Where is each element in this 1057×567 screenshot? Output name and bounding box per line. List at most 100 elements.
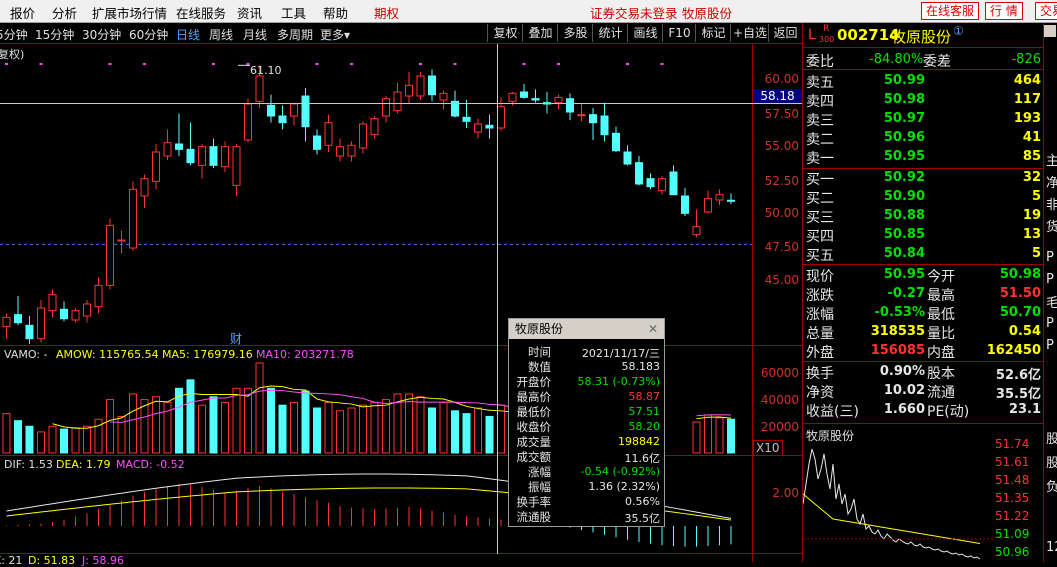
ask-volume: 117: [1013, 92, 1041, 107]
order-divider: [803, 69, 1043, 70]
menu-news[interactable]: 资讯: [237, 3, 262, 22]
period-weekly[interactable]: 周线: [209, 26, 233, 43]
bid-price: 50.90: [883, 189, 925, 204]
mark-button[interactable]: 标记: [695, 24, 731, 42]
bid-volume: 19: [1022, 208, 1041, 223]
book-divider: [803, 168, 1043, 169]
volume-bar: [267, 387, 275, 454]
period-more[interactable]: 更多▾: [320, 26, 350, 43]
mini-price-tick: 50.96: [995, 545, 1030, 559]
mini-price-tick: 51.35: [995, 491, 1030, 505]
volume-bar: [382, 399, 390, 454]
candle-body: [589, 114, 597, 124]
candle-body: [658, 178, 666, 192]
bar-info-popup[interactable]: 牧原股份 ✕ 时间 2021/11/17/三 数值 58.183 开盘价 58.31 (-…: [508, 318, 665, 527]
menu-analysis[interactable]: 分析: [52, 3, 77, 22]
menu-tools[interactable]: 工具: [281, 3, 306, 22]
edge-label: 货: [1046, 220, 1057, 235]
volume-tick: 60000: [760, 366, 799, 380]
quote-fund-value2: 23.1: [1008, 402, 1041, 417]
candle-body: [25, 324, 34, 340]
candle-body: [198, 146, 206, 166]
period-monthly[interactable]: 月线: [243, 26, 267, 43]
candle-body: [267, 104, 275, 117]
period-30min[interactable]: 30分钟: [82, 26, 121, 43]
ask-price: 50.98: [883, 92, 925, 107]
online-service-button[interactable]: 在线客服: [921, 2, 980, 20]
popup-row-value: 58.20: [628, 420, 661, 433]
candle-body: [681, 195, 689, 214]
side-panel-button[interactable]: [1044, 25, 1056, 37]
candle-body: [669, 171, 678, 196]
menu-online-service[interactable]: 在线服务: [176, 3, 226, 22]
popup-row-value: 198842: [618, 435, 660, 448]
volume-bar: [439, 401, 448, 454]
volume-bar: [221, 401, 229, 454]
crosshair-horizontal: [0, 103, 802, 104]
multi-stock-button[interactable]: 多股: [557, 24, 593, 42]
candle-body: [278, 115, 287, 124]
edge-label: 负: [1046, 480, 1057, 495]
trade-button[interactable]: 交易: [1035, 2, 1057, 20]
volume-bar: [244, 387, 252, 454]
event-marker[interactable]: 财: [230, 330, 242, 347]
weidiff-label: 委差: [923, 54, 951, 70]
period-15min[interactable]: 15分钟: [35, 26, 74, 43]
volume-bar: [359, 404, 367, 454]
candlestick-chart[interactable]: [0, 44, 752, 345]
high-price-label: 61.10: [250, 64, 282, 77]
volume-bar: [48, 425, 57, 454]
quote-stat-label: 现价: [806, 269, 834, 285]
popup-header[interactable]: 牧原股份 ✕: [509, 319, 664, 339]
weibi-value: -84.80%: [869, 52, 924, 67]
popup-title: 牧原股份: [515, 322, 564, 336]
price-axis-line: [752, 44, 753, 562]
period-daily[interactable]: 日线: [176, 26, 200, 43]
menu-help[interactable]: 帮助: [323, 3, 348, 22]
edge-label: P: [1046, 316, 1054, 331]
volume-bar: [692, 421, 701, 454]
bid-volume: 5: [1031, 189, 1041, 204]
candle-body: [129, 188, 137, 249]
back-button[interactable]: 返回: [768, 24, 802, 42]
candle-body: [497, 106, 505, 129]
fuquan-button[interactable]: 复权: [487, 24, 523, 42]
candle-body: [71, 310, 80, 321]
bid-label: 买三: [806, 210, 834, 226]
bid-label: 买五: [806, 248, 834, 264]
candle-body: [175, 143, 183, 150]
popup-row-value: -0.54 (-0.92%): [580, 465, 660, 478]
intraday-mini-chart[interactable]: [803, 444, 993, 562]
candle-body: [508, 92, 517, 102]
menu-quote[interactable]: 报价: [10, 3, 35, 22]
price-tick: 52.50: [764, 174, 799, 188]
ma10-label: MA10: 203271.78: [256, 348, 354, 361]
candle-body: [554, 96, 563, 104]
volume-bar: [324, 401, 333, 454]
period-5min[interactable]: 5分钟: [0, 26, 28, 43]
menu-options[interactable]: 期权: [374, 3, 399, 22]
close-icon[interactable]: ✕: [646, 319, 660, 339]
popup-row-label: 开盘价: [516, 375, 552, 389]
info-icon[interactable]: ①: [953, 24, 964, 38]
candle-body: [60, 308, 68, 320]
quote-button[interactable]: 行 情: [985, 2, 1023, 20]
period-multi[interactable]: 多周期: [277, 26, 313, 43]
draw-line-button[interactable]: 画线: [627, 24, 663, 42]
add-watchlist-button[interactable]: +自选: [730, 24, 769, 42]
stats-button[interactable]: 统计: [592, 24, 628, 42]
menu-extended-market[interactable]: 扩展市场行情: [92, 3, 167, 22]
f10-button[interactable]: F10: [662, 24, 696, 42]
quote-stat-value: -0.53%: [874, 305, 926, 320]
ask-label: 卖二: [806, 132, 834, 148]
popup-row-value: 0.56%: [625, 495, 660, 508]
candle-body: [244, 103, 252, 141]
overlay-button[interactable]: 叠加: [522, 24, 558, 42]
marker-dot: [212, 63, 215, 65]
ask-price: 50.97: [883, 111, 925, 126]
candle-body: [83, 303, 91, 317]
candle-body: [324, 122, 333, 146]
popup-row-label: 成交量: [516, 435, 552, 449]
period-60min[interactable]: 60分钟: [129, 26, 168, 43]
volume-bar: [336, 410, 344, 454]
